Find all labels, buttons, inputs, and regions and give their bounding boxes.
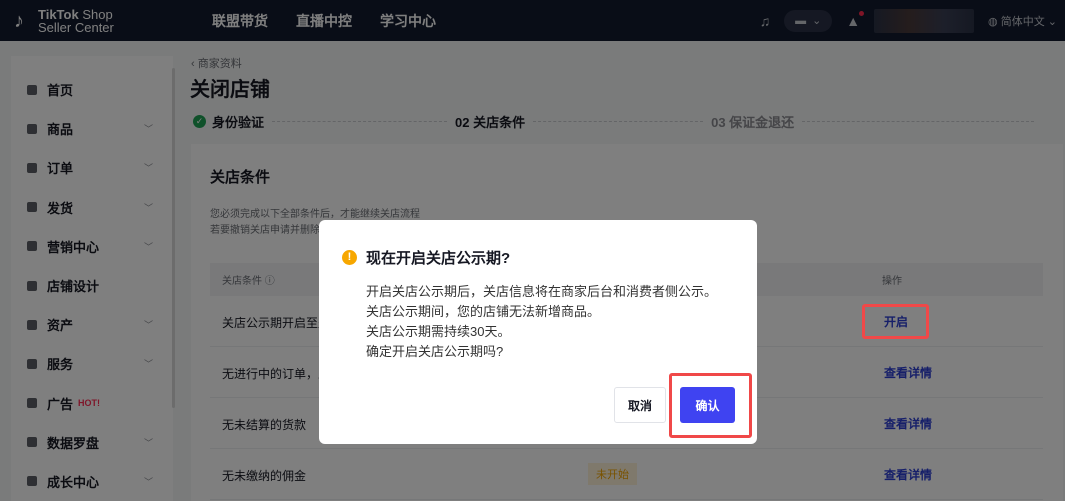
dialog-line: 确定开启关店公示期吗? [366, 344, 504, 359]
dialog-line: 关店公示期需持续30天。 [366, 324, 511, 339]
cancel-button[interactable]: 取消 [614, 387, 666, 423]
warning-icon: ! [342, 250, 357, 265]
dialog-line: 关店公示期间，您的店铺无法新增商品。 [366, 304, 601, 319]
highlight-box-open [862, 304, 929, 339]
dialog-title: 现在开启关店公示期? [366, 250, 511, 267]
dialog-body: 开启关店公示期后，关店信息将在商家后台和消费者侧公示。 关店公示期间，您的店铺无… [366, 282, 717, 362]
dialog-line: 开启关店公示期后，关店信息将在商家后台和消费者侧公示。 [366, 284, 718, 299]
highlight-box-confirm [669, 373, 752, 438]
